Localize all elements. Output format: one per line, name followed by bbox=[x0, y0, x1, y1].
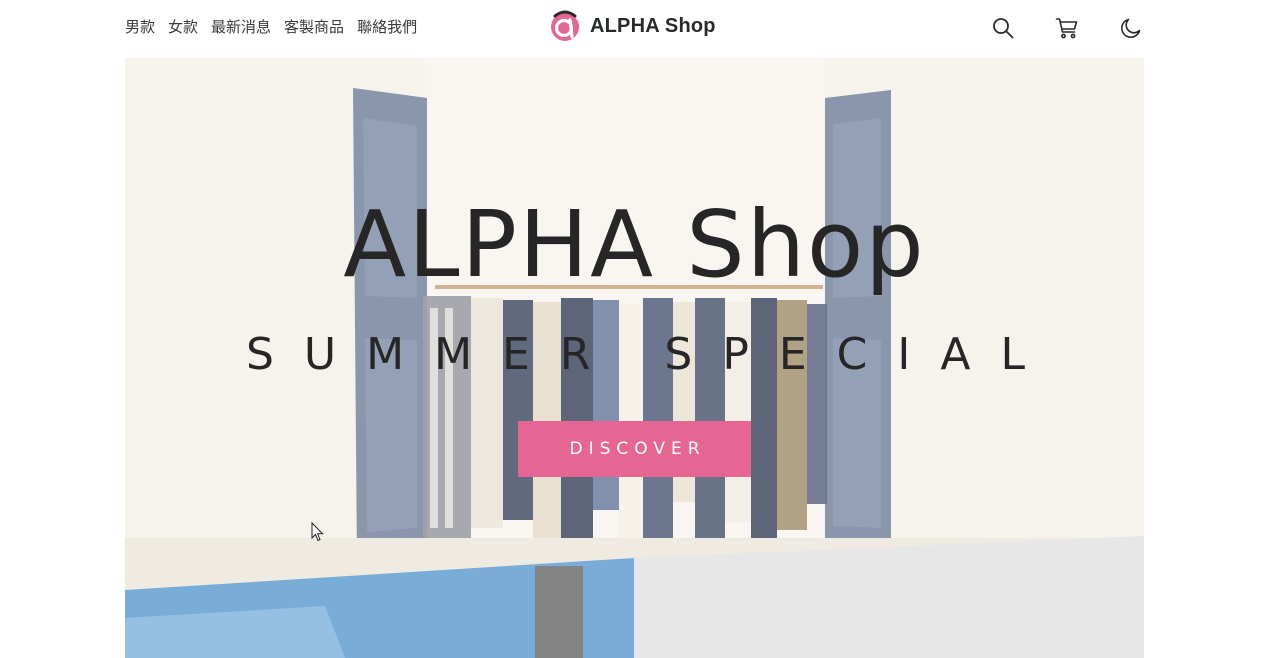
nav-news[interactable]: 最新消息 bbox=[211, 16, 271, 38]
alpha-logo-icon bbox=[551, 10, 579, 41]
nav-women[interactable]: 女款 bbox=[168, 16, 198, 38]
main-nav: 男款 女款 最新消息 客製商品 聯絡我們 bbox=[125, 16, 417, 38]
search-icon[interactable] bbox=[990, 14, 1016, 42]
header-actions bbox=[990, 14, 1144, 42]
discover-button[interactable]: DISCOVER bbox=[518, 421, 751, 477]
hero-title: ALPHA Shop bbox=[343, 191, 926, 298]
brand-name: ALPHA Shop bbox=[590, 14, 716, 37]
cart-icon[interactable] bbox=[1054, 14, 1080, 42]
hero-banner: ALPHA Shop SUMMER SPECIAL DISCOVER bbox=[125, 58, 1144, 658]
brand-logo-link[interactable]: ALPHA Shop bbox=[549, 10, 716, 42]
nav-men[interactable]: 男款 bbox=[125, 16, 155, 38]
nav-custom-products[interactable]: 客製商品 bbox=[284, 16, 344, 38]
hero-subtitle: SUMMER SPECIAL bbox=[246, 329, 1055, 380]
moon-icon[interactable] bbox=[1118, 14, 1144, 42]
site-header: 男款 女款 最新消息 客製商品 聯絡我們 ALPHA Shop bbox=[0, 0, 1266, 56]
nav-contact[interactable]: 聯絡我們 bbox=[357, 16, 417, 38]
mouse-cursor-icon bbox=[311, 522, 324, 542]
